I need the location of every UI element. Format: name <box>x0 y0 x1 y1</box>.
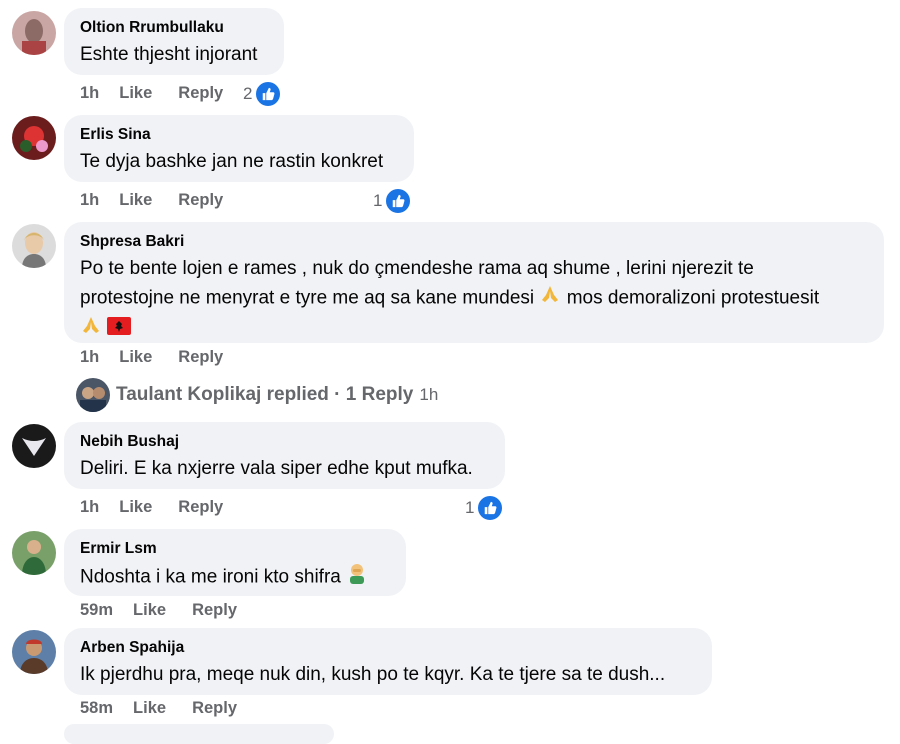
comment-author[interactable]: Arben Spahija <box>80 638 696 658</box>
comment-time[interactable]: 58m <box>80 699 113 718</box>
avatar[interactable] <box>12 224 56 268</box>
reaction-count[interactable]: 1 <box>465 494 505 522</box>
comment-text: Eshte thjesht injorant <box>80 44 258 65</box>
avatar <box>76 378 110 412</box>
like-button[interactable]: Like <box>119 191 152 210</box>
comment-author[interactable]: Nebih Bushaj <box>80 432 489 452</box>
comment-bubble: Oltion Rrumbullaku Eshte thjesht injoran… <box>64 8 284 75</box>
comment-text: Po te bente lojen e rames , nuk do çmend… <box>80 255 868 345</box>
like-button[interactable]: Like <box>119 84 152 103</box>
reply-button[interactable]: Reply <box>192 699 237 718</box>
facepalm-emoji-icon <box>346 562 368 593</box>
comment-actions: 59m Like Reply <box>80 601 263 620</box>
comment-text: Deliri. E ka nxjerre vala siper edhe kpu… <box>80 458 473 479</box>
comment-actions: 58m Like Reply <box>80 699 263 718</box>
thumbs-up-icon <box>476 494 505 522</box>
reaction-count[interactable]: 1 <box>373 187 413 215</box>
replied-time: 1h <box>419 385 439 404</box>
comment-time[interactable]: 1h <box>80 498 99 517</box>
next-comment-bubble-edge <box>64 724 334 744</box>
comment-text-line: protestojne ne menyrat e tyre me aq sa k… <box>80 287 535 309</box>
like-button[interactable]: Like <box>133 601 166 620</box>
albania-flag-icon <box>107 316 132 344</box>
comment-time[interactable]: 59m <box>80 601 113 620</box>
thumbs-up-icon <box>254 80 283 108</box>
comment-text-line: Po te bente lojen e rames , nuk do çmend… <box>80 258 754 279</box>
comment-text: Ik pjerdhu pra, meqe nuk din, kush po te… <box>80 664 666 685</box>
comment-time[interactable]: 1h <box>80 191 99 210</box>
like-button[interactable]: Like <box>119 498 152 517</box>
comment-time[interactable]: 1h <box>80 84 99 103</box>
avatar[interactable] <box>12 531 56 575</box>
comment-author[interactable]: Ermir Lsm <box>80 539 390 559</box>
comment-bubble: Arben Spahija Ik pjerdhu pra, meqe nuk d… <box>64 628 712 695</box>
reply-button[interactable]: Reply <box>178 348 223 367</box>
comment-bubble: Ermir Lsm Ndoshta i ka me ironi kto shif… <box>64 529 406 596</box>
reaction-number: 2 <box>243 84 253 103</box>
comment-text-line: Ndoshta i ka me ironi kto shifra <box>80 566 341 588</box>
comment-text-line: mos demoralizoni protestuesit <box>566 287 820 309</box>
like-button[interactable]: Like <box>133 699 166 718</box>
folded-hands-icon <box>80 314 102 345</box>
avatar[interactable] <box>12 630 56 674</box>
folded-hands-icon <box>539 283 561 314</box>
comment-bubble: Erlis Sina Te dyja bashke jan ne rastin … <box>64 115 414 182</box>
thumbs-up-icon <box>384 187 413 215</box>
like-button[interactable]: Like <box>119 348 152 367</box>
avatar[interactable] <box>12 116 56 160</box>
comment-text: Ndoshta i ka me ironi kto shifra <box>80 562 390 593</box>
comment-time[interactable]: 1h <box>80 348 99 367</box>
reply-button[interactable]: Reply <box>178 498 223 517</box>
avatar[interactable] <box>12 11 56 55</box>
comment-actions: 1h Like Reply <box>80 348 249 367</box>
reaction-number: 1 <box>373 191 383 210</box>
comment-text: Te dyja bashke jan ne rastin konkret <box>80 151 384 172</box>
comment-author[interactable]: Oltion Rrumbullaku <box>80 18 268 38</box>
replied-label: Taulant Koplikaj replied · 1 Reply <box>116 384 414 405</box>
comment-actions: 1h Like Reply <box>80 498 249 517</box>
comment-actions: 1h Like Reply <box>80 191 249 210</box>
comment-bubble: Shpresa Bakri Po te bente lojen e rames … <box>64 222 884 343</box>
reaction-number: 1 <box>465 498 475 517</box>
comment-author[interactable]: Erlis Sina <box>80 125 398 145</box>
comment-author[interactable]: Shpresa Bakri <box>80 232 868 252</box>
reply-button[interactable]: Reply <box>178 191 223 210</box>
comment-actions: 1h Like Reply <box>80 84 249 103</box>
reply-button[interactable]: Reply <box>192 601 237 620</box>
reply-button[interactable]: Reply <box>178 84 223 103</box>
comment-bubble: Nebih Bushaj Deliri. E ka nxjerre vala s… <box>64 422 505 489</box>
reaction-count[interactable]: 2 <box>243 80 283 108</box>
view-replies-link[interactable]: Taulant Koplikaj replied · 1 Reply 1h <box>76 378 438 412</box>
avatar[interactable] <box>12 424 56 468</box>
